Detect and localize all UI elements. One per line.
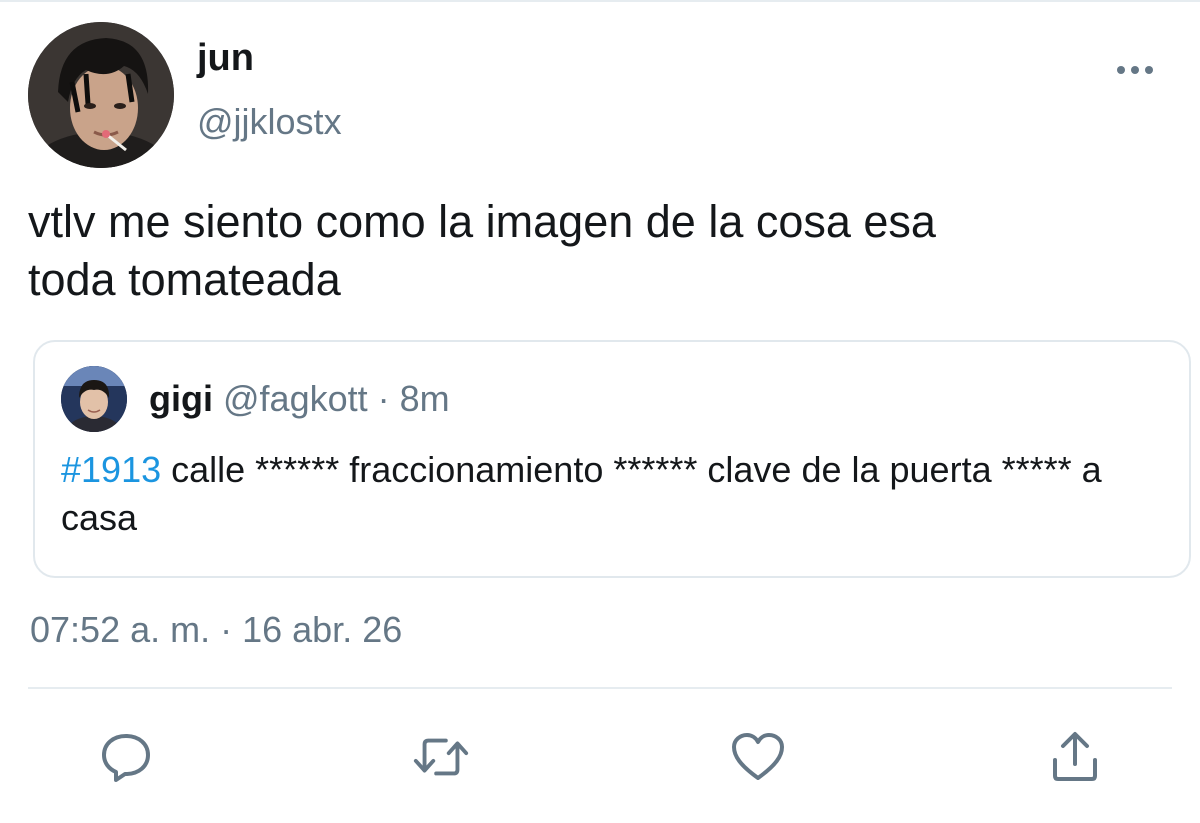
top-divider [0,0,1200,2]
quoted-separator: · [377,378,390,419]
more-options-button[interactable] [1110,50,1160,90]
actions-divider [28,687,1172,689]
more-horizontal-icon [1117,66,1153,74]
retweet-button[interactable] [411,727,471,787]
quoted-display-name: gigi [149,378,213,419]
author-display-name[interactable]: jun [197,36,254,80]
quoted-tweet-header: gigi @fagkott · 8m [149,377,450,421]
quoted-author-avatar [61,366,127,432]
quoted-handle: @fagkott [223,378,368,419]
retweet-icon [413,738,469,776]
tweet-text: vtlv me siento como la imagen de la cosa… [28,196,936,305]
heart-icon [732,733,784,780]
author-handle[interactable]: @jjklostx [197,100,342,144]
quoted-avatar-photo [61,366,127,432]
quoted-tweet-text: #1913 calle ****** fraccionamiento *****… [61,446,1161,542]
like-button[interactable] [728,727,788,787]
hashtag-link[interactable]: #1913 [61,449,161,490]
avatar-photo [28,22,174,168]
quoted-text-body: calle ****** fraccionamiento ****** clav… [61,449,1102,538]
share-button[interactable] [1045,727,1105,787]
tweet-timestamp[interactable]: 07:52 a. m. · 16 abr. 26 [30,608,402,652]
reply-icon [102,734,150,782]
quoted-tweet-card[interactable]: gigi @fagkott · 8m #1913 calle ****** fr… [33,340,1191,578]
reply-button[interactable] [96,727,156,787]
share-icon [1053,732,1097,781]
author-avatar[interactable] [28,22,174,168]
quoted-time: 8m [399,378,450,419]
